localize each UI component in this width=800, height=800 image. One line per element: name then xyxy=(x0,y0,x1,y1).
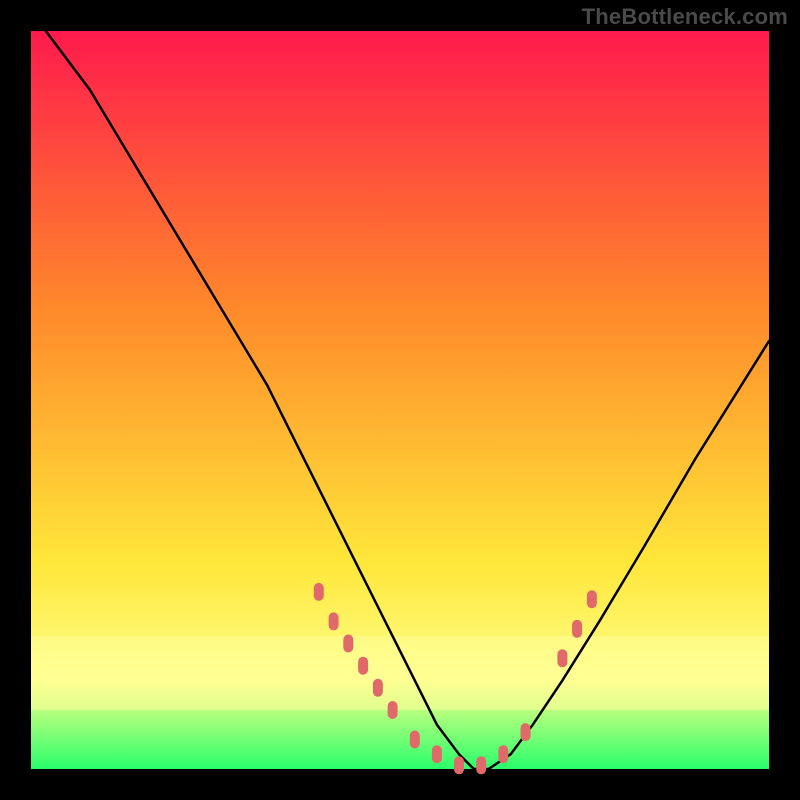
highlight-dot xyxy=(410,731,420,749)
highlight-dot xyxy=(572,620,582,638)
highlight-dot xyxy=(314,583,324,601)
highlight-dot xyxy=(521,723,531,741)
highlight-band xyxy=(31,636,769,710)
highlight-dot xyxy=(587,590,597,608)
bottleneck-chart xyxy=(0,0,800,800)
highlight-dot xyxy=(432,745,442,763)
highlight-dot xyxy=(498,745,508,763)
chart-frame: TheBottleneck.com xyxy=(0,0,800,800)
highlight-dot xyxy=(358,657,368,675)
highlight-dot xyxy=(454,756,464,774)
highlight-dot xyxy=(343,635,353,653)
highlight-dot xyxy=(557,649,567,667)
highlight-dot xyxy=(329,612,339,630)
highlight-dot xyxy=(388,701,398,719)
highlight-dot xyxy=(476,756,486,774)
highlight-dot xyxy=(373,679,383,697)
watermark: TheBottleneck.com xyxy=(582,4,788,30)
